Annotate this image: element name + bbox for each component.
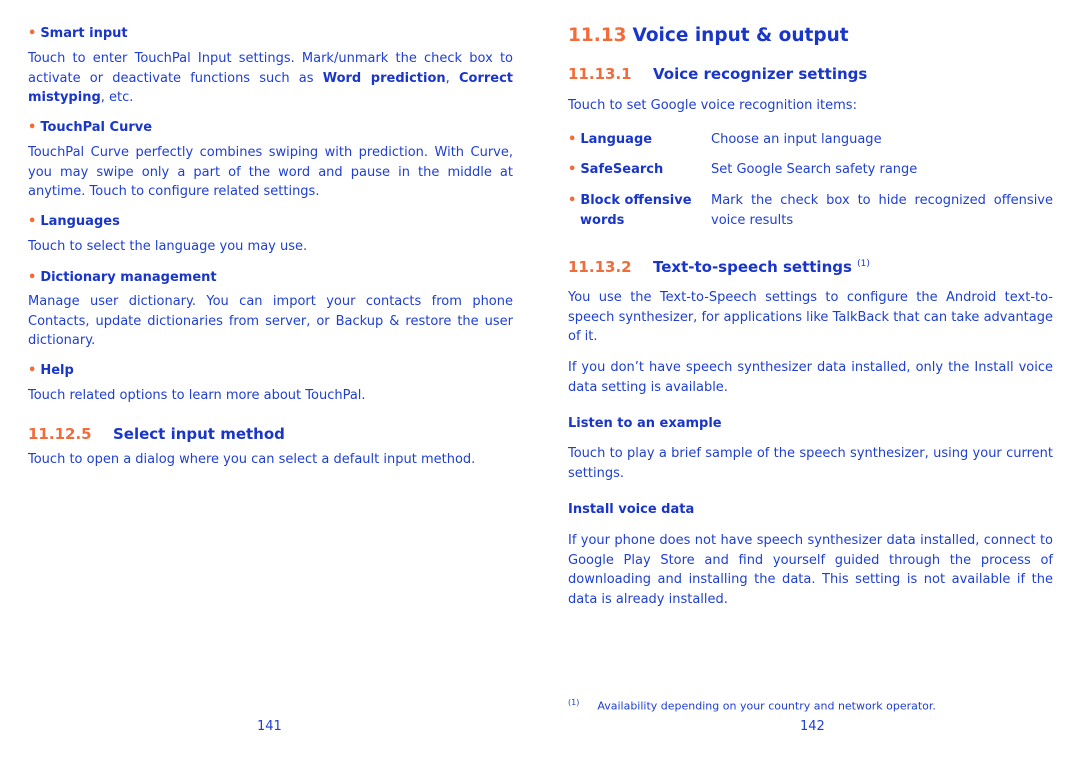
touchpal-curve-body: TouchPal Curve perfectly combines swipin…: [28, 145, 513, 199]
bullet-smart-input: • Smart input: [28, 26, 128, 41]
select-input-method-body: Touch to open a dialog where you can sel…: [28, 452, 476, 467]
voice-recognizer-intro: Touch to set Google voice recognition it…: [568, 98, 857, 113]
tts-paragraph-1: You use the Text-to-Speech settings to c…: [568, 290, 1053, 344]
footnote: (1) Availability depending on your countr…: [568, 698, 936, 713]
languages-body: Touch to select the language you may use…: [28, 239, 308, 254]
dictionary-management-body: Manage user dictionary. You can import y…: [28, 294, 513, 348]
bullet-icon: •: [28, 120, 37, 135]
tts-paragraph-2: If you don’t have speech synthesizer dat…: [568, 360, 1053, 395]
subsection-heading-select-input-method: 11.12.5 Select input method: [28, 425, 285, 443]
bullet-icon: •: [568, 193, 577, 208]
page-number: 142: [800, 719, 825, 734]
page-number: 141: [257, 719, 282, 734]
section-heading-voice: 11.13 Voice input & output: [568, 25, 849, 46]
bullet-icon: •: [568, 132, 577, 147]
bullet-icon: •: [28, 26, 37, 41]
footnote-marker: (1): [568, 698, 580, 707]
listen-example-body: Touch to play a brief sample of the spee…: [568, 446, 1053, 481]
help-body: Touch related options to learn more abou…: [28, 388, 366, 403]
install-voice-data-heading: Install voice data: [568, 502, 695, 517]
listen-example-heading: Listen to an example: [568, 416, 722, 431]
install-voice-data-body: If your phone does not have speech synth…: [568, 533, 1053, 607]
footnote-ref: (1): [857, 259, 870, 269]
bullet-icon: •: [28, 270, 37, 285]
subsection-heading-tts: 11.13.2 Text-to-speech settings (1): [568, 258, 870, 276]
bullet-touchpal-curve: • TouchPal Curve: [28, 120, 153, 135]
subsection-heading-voice-recognizer: 11.13.1 Voice recognizer settings: [568, 65, 868, 83]
bullet-icon: •: [28, 214, 37, 229]
bullet-icon: •: [568, 162, 577, 177]
bullet-dictionary-management: • Dictionary management: [28, 270, 217, 285]
bullet-languages: • Languages: [28, 214, 120, 229]
bullet-icon: •: [28, 363, 37, 378]
bullet-help: • Help: [28, 363, 74, 378]
smart-input-body: Touch to enter TouchPal Input settings. …: [28, 51, 514, 105]
